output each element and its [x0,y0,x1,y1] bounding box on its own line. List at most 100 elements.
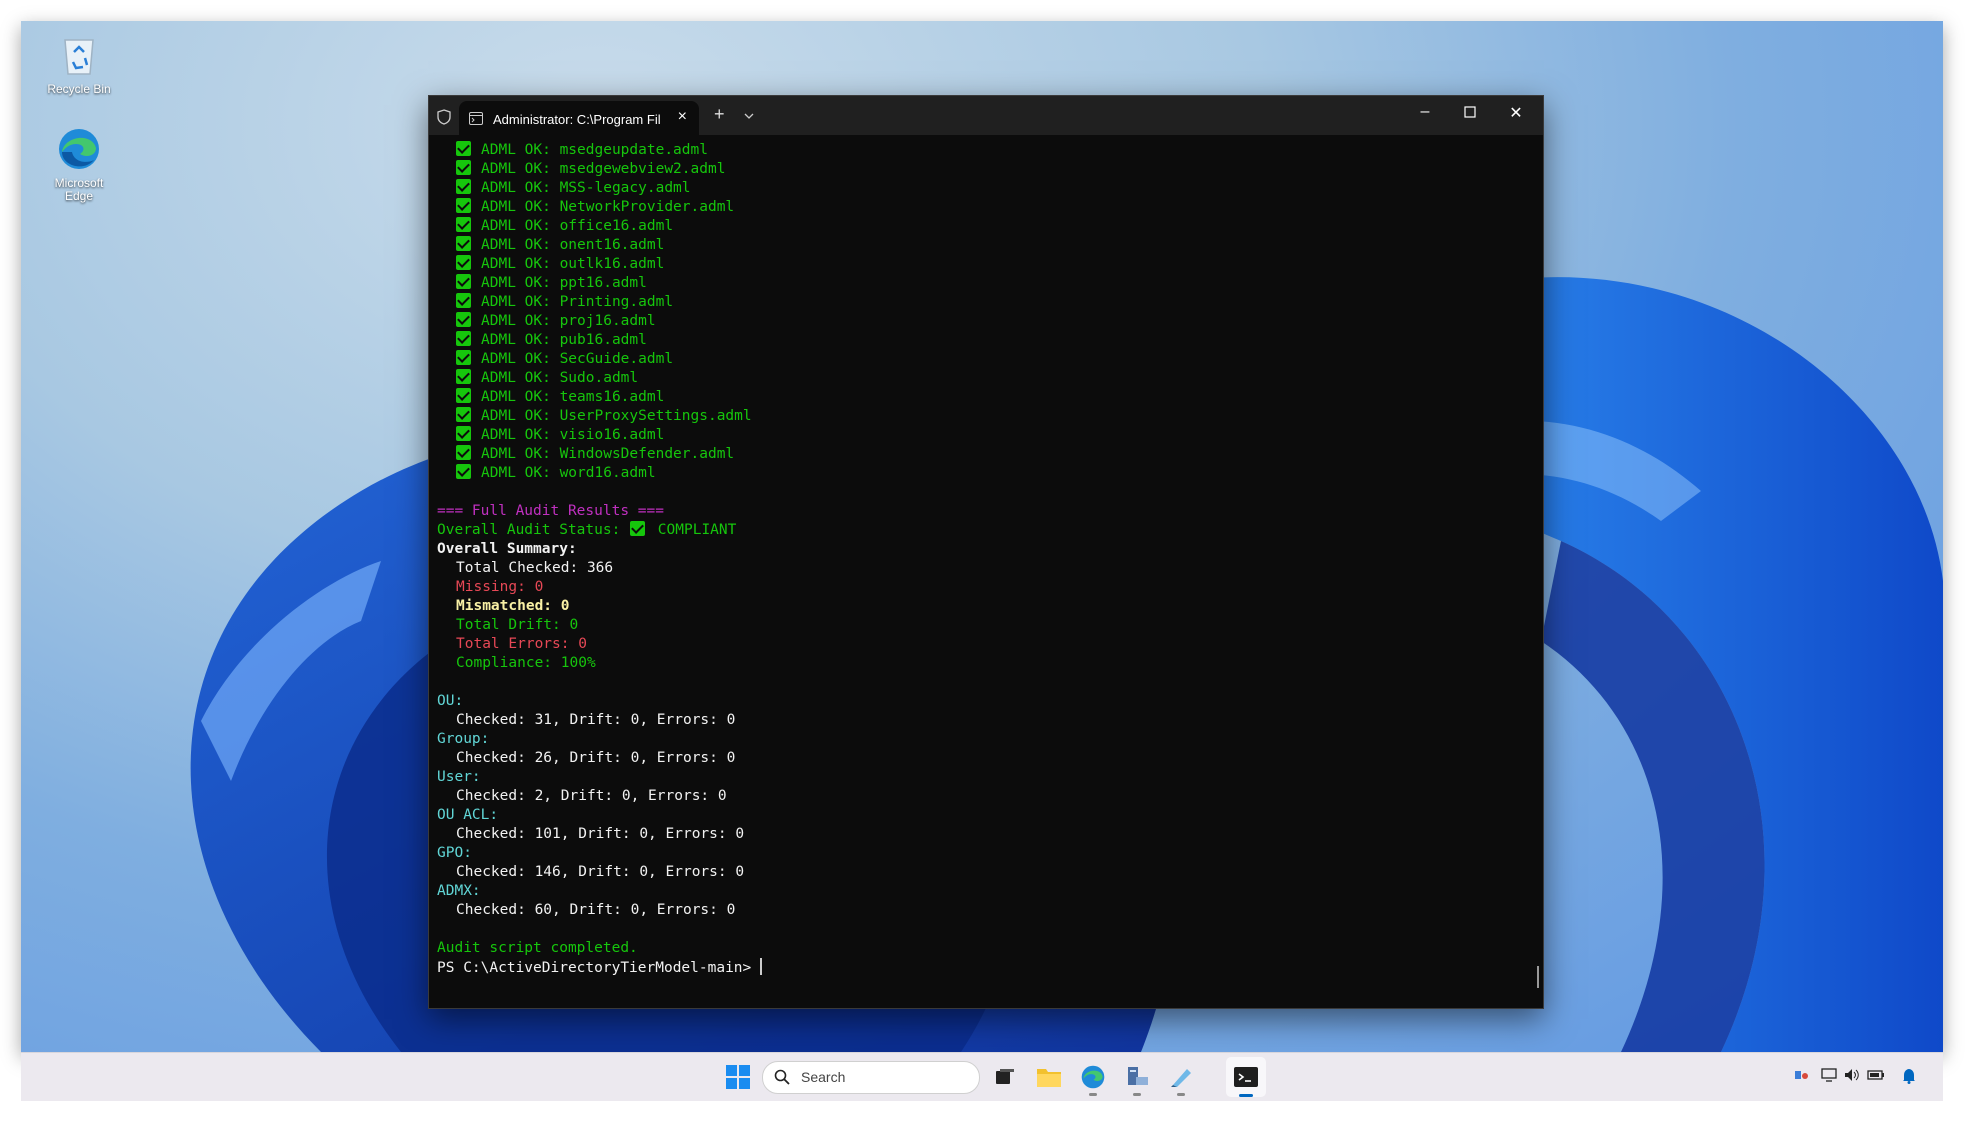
minimize-button[interactable]: – [1410,103,1440,121]
check-icon [456,312,471,327]
adml-line: ADML OK: Sudo.adml [437,369,1535,388]
text-cursor [760,958,763,975]
check-icon [456,255,471,270]
desktop-icon-label: Microsoft Edge [54,176,104,203]
check-icon [456,293,471,308]
mismatched-count: Mismatched: 0 [456,598,570,614]
adml-line: ADML OK: NetworkProvider.adml [437,198,1535,217]
check-icon [456,464,471,479]
check-icon [630,521,646,536]
section-detail: Checked: 26, Drift: 0, Errors: 0 [456,750,736,766]
adml-line: ADML OK: visio16.adml [437,426,1535,445]
adml-line: ADML OK: Printing.adml [437,293,1535,312]
adml-line: ADML OK: WindowsDefender.adml [437,445,1535,464]
desktop-icon-recycle-bin[interactable]: Recycle Bin [39,31,119,96]
prompt-line[interactable]: PS C:\ActiveDirectoryTierModel-main> [437,958,1535,977]
network-share-icon[interactable] [1794,1068,1810,1085]
edge-icon [55,125,103,173]
check-icon [456,388,471,403]
check-icon [456,350,471,365]
recycle-bin-icon [55,31,103,79]
running-indicator [1177,1093,1185,1096]
check-icon [456,236,471,251]
desktop-icon-edge[interactable]: Microsoft Edge [39,125,119,203]
results-header: === Full Audit Results === [437,503,664,519]
adml-line: ADML OK: ppt16.adml [437,274,1535,293]
terminal-tab-icon [469,112,483,130]
check-icon [456,217,471,232]
check-icon [456,445,471,460]
search-placeholder: Search [801,1069,846,1085]
console-output[interactable]: ADML OK: msedgeupdate.adml ADML OK: msed… [429,135,1543,1008]
terminal-window: Administrator: C:\Program Fil × + – ✕ AD… [428,95,1544,1009]
total-drift: Total Drift: 0 [456,617,579,633]
compliance-percent: Compliance: 100% [456,655,596,671]
adml-line: ADML OK: msedgewebview2.adml [437,160,1535,179]
shield-icon [437,109,451,130]
adml-line: ADML OK: MSS-legacy.adml [437,179,1535,198]
section-detail: Checked: 2, Drift: 0, Errors: 0 [456,788,727,804]
volume-icon[interactable] [1844,1068,1860,1085]
check-icon [456,331,471,346]
adml-line: ADML OK: onent16.adml [437,236,1535,255]
audit-status-line: Overall Audit Status: COMPLIANT [437,521,737,538]
taskbar: Search [21,1052,1943,1101]
running-indicator [1089,1093,1097,1096]
tab-title: Administrator: C:\Program Fil [493,112,661,127]
server-manager-icon[interactable] [1123,1063,1151,1096]
terminal-taskbar-button[interactable] [1226,1057,1266,1097]
file-explorer-icon[interactable] [1035,1063,1063,1091]
adml-line: ADML OK: SecGuide.adml [437,350,1535,369]
notepad-icon[interactable] [1167,1063,1195,1096]
search-icon [774,1069,790,1090]
adml-line: ADML OK: word16.adml [437,464,1535,483]
windows-start-icon[interactable] [726,1065,750,1094]
section-detail: Checked: 101, Drift: 0, Errors: 0 [456,826,745,842]
edge-taskbar-icon[interactable] [1079,1063,1107,1096]
battery-icon[interactable] [1867,1068,1885,1085]
section-detail: Checked: 146, Drift: 0, Errors: 0 [456,864,745,880]
terminal-taskbar-icon [1232,1063,1260,1091]
section-name: OU ACL: [437,807,499,823]
completed-message: Audit script completed. [437,940,638,956]
active-indicator [1239,1094,1253,1097]
adml-line: ADML OK: msedgeupdate.adml [437,141,1535,160]
section-name: Group: [437,731,490,747]
adml-line: ADML OK: outlk16.adml [437,255,1535,274]
chevron-down-icon[interactable] [744,107,754,125]
section-name: ADMX: [437,883,481,899]
adml-line: ADML OK: teams16.adml [437,388,1535,407]
notification-bell-icon[interactable] [1902,1068,1916,1087]
section-detail: Checked: 31, Drift: 0, Errors: 0 [456,712,736,728]
total-errors: Total Errors: 0 [456,636,587,652]
section-name: User: [437,769,481,785]
section-name: GPO: [437,845,472,861]
adml-line: ADML OK: office16.adml [437,217,1535,236]
check-icon [456,369,471,384]
check-icon [456,179,471,194]
adml-line: ADML OK: pub16.adml [437,331,1535,350]
total-checked: Total Checked: 366 [456,560,614,576]
running-indicator [1133,1093,1141,1096]
close-tab-icon[interactable]: × [678,108,687,126]
task-view-icon[interactable] [991,1063,1019,1091]
scrollbar-thumb[interactable] [1537,966,1539,988]
section-name: OU: [437,693,464,709]
new-tab-button[interactable]: + [714,104,725,125]
check-icon [456,426,471,441]
tab-administrator[interactable]: Administrator: C:\Program Fil × [459,101,699,135]
close-window-button[interactable]: ✕ [1501,103,1531,123]
title-bar[interactable]: Administrator: C:\Program Fil × + – ✕ [429,96,1543,135]
check-icon [456,407,471,422]
adml-line: ADML OK: proj16.adml [437,312,1535,331]
monitor-icon[interactable] [1821,1068,1837,1085]
missing-count: Missing: 0 [456,579,544,595]
maximize-button[interactable] [1455,105,1485,123]
desktop-icon-label: Recycle Bin [47,82,111,96]
check-icon [456,141,471,156]
check-icon [456,160,471,175]
taskbar-search-box[interactable]: Search [762,1061,980,1094]
